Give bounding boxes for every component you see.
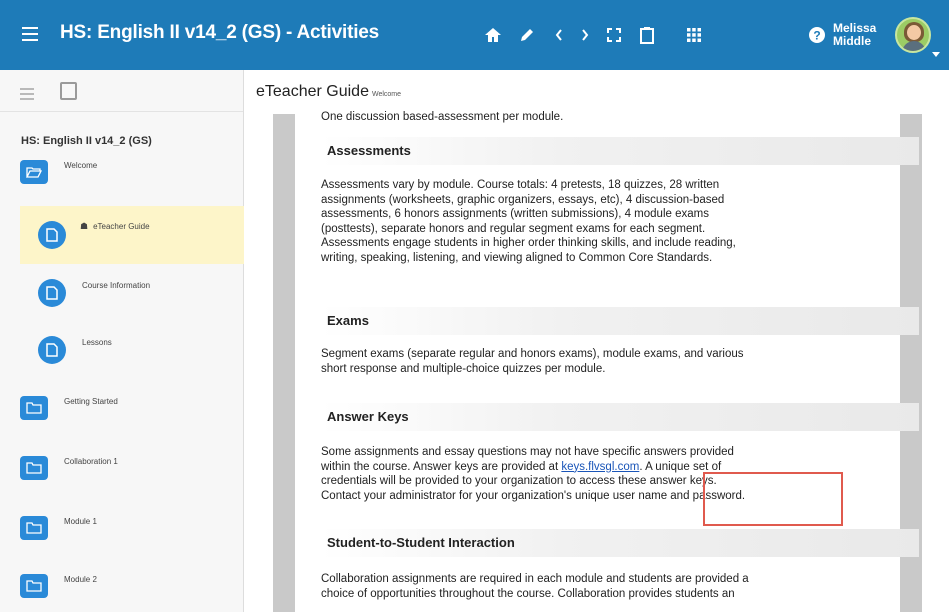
page-heading: eTeacher Guide Welcome	[256, 83, 401, 101]
assessments-paragraph: Assessments vary by module. Course total…	[321, 178, 841, 265]
page-icon	[38, 221, 66, 249]
clipboard-icon[interactable]	[636, 24, 658, 46]
text-line: assessments, 6 honors assignments (writt…	[321, 208, 709, 220]
sidebar-item-label: Module 1	[64, 517, 97, 526]
folder-icon	[20, 456, 48, 480]
help-icon[interactable]: ?	[806, 24, 828, 46]
page-icon	[38, 336, 66, 364]
folder-open-icon	[20, 160, 48, 184]
folder-icon	[20, 574, 48, 598]
highlight-annotation-box	[703, 472, 843, 526]
sidebar-item-label: Collaboration 1	[64, 457, 118, 466]
teacher-icon: ☗	[80, 221, 89, 231]
sidebar-item-label: Module 2	[64, 575, 97, 584]
answer-keys-link[interactable]: keys.flvsgl.com	[561, 461, 639, 473]
text-span: within the course. Answer keys are provi…	[321, 460, 562, 473]
pencil-icon[interactable]	[516, 24, 538, 46]
sidebar-item-label: Getting Started	[64, 397, 118, 406]
sidebar-item-label: Lessons	[82, 338, 112, 347]
home-icon[interactable]	[482, 24, 504, 46]
section-heading-exams: Exams	[321, 307, 919, 335]
folder-icon	[20, 516, 48, 540]
page-margin-left	[273, 114, 295, 612]
text-span: . A unique set of	[639, 460, 722, 473]
user-name[interactable]: Melissa Middle	[833, 22, 876, 48]
caret-down-icon[interactable]	[932, 52, 940, 57]
sidebar-item-text: eTeacher Guide	[93, 222, 150, 231]
note-icon[interactable]	[60, 82, 77, 100]
text-line: Assessments vary by module. Course total…	[321, 179, 720, 191]
text-line: Assessments engage students in higher or…	[321, 237, 736, 249]
sidebar-item-label: ☗ eTeacher Guide	[80, 221, 150, 232]
text-line: short response and multiple-choice quizz…	[321, 362, 606, 375]
section-heading-assessments: Assessments	[321, 137, 919, 165]
guide-title-text: eTeacher Guide	[256, 83, 369, 100]
text-line: Some assignments and essay questions may…	[321, 446, 734, 458]
text-line: (posttests), separate honors and regular…	[321, 222, 706, 235]
section-heading-answer-keys: Answer Keys	[321, 403, 919, 431]
interaction-paragraph: Collaboration assignments are required i…	[321, 572, 841, 601]
text-line: Collaboration assignments are required i…	[321, 573, 749, 585]
chevron-left-icon[interactable]	[548, 24, 570, 46]
page-title: HS: English II v14_2 (GS) - Activities	[60, 22, 380, 43]
apps-grid-icon[interactable]	[683, 24, 705, 46]
menu-icon[interactable]	[22, 27, 38, 41]
chevron-right-icon[interactable]	[574, 24, 596, 46]
top-bar: HS: English II v14_2 (GS) - Activities ?…	[0, 0, 949, 70]
sidebar-course-title: HS: English II v14_2 (GS)	[21, 135, 152, 147]
section-heading-student-interaction: Student-to-Student Interaction	[321, 529, 919, 557]
text-line: assignments (worksheets, graphic organiz…	[321, 193, 725, 206]
list-icon[interactable]	[20, 88, 34, 103]
fullscreen-icon[interactable]	[603, 24, 625, 46]
exams-paragraph: Segment exams (separate regular and hono…	[321, 347, 841, 376]
svg-text:?: ?	[813, 29, 820, 43]
text-line: writing, speaking, listening, and viewin…	[321, 251, 713, 264]
folder-icon	[20, 396, 48, 420]
text-line: Segment exams (separate regular and hono…	[321, 348, 744, 360]
breadcrumb[interactable]: Welcome	[372, 91, 401, 98]
page-icon	[38, 279, 66, 307]
intro-paragraph: One discussion based-assessment per modu…	[321, 111, 564, 123]
user-last-name: Middle	[833, 34, 871, 48]
text-line: choice of opportunities throughout the c…	[321, 587, 735, 600]
sidebar: HS: English II v14_2 (GS) Welcome ☗ eTeac…	[0, 70, 244, 612]
avatar[interactable]	[895, 17, 931, 53]
sidebar-item-label: Welcome	[64, 161, 98, 170]
main-content: eTeacher Guide Welcome One discussion bas…	[244, 70, 949, 612]
sidebar-item-label: Course Information	[82, 281, 151, 290]
sidebar-tabs	[0, 70, 243, 112]
